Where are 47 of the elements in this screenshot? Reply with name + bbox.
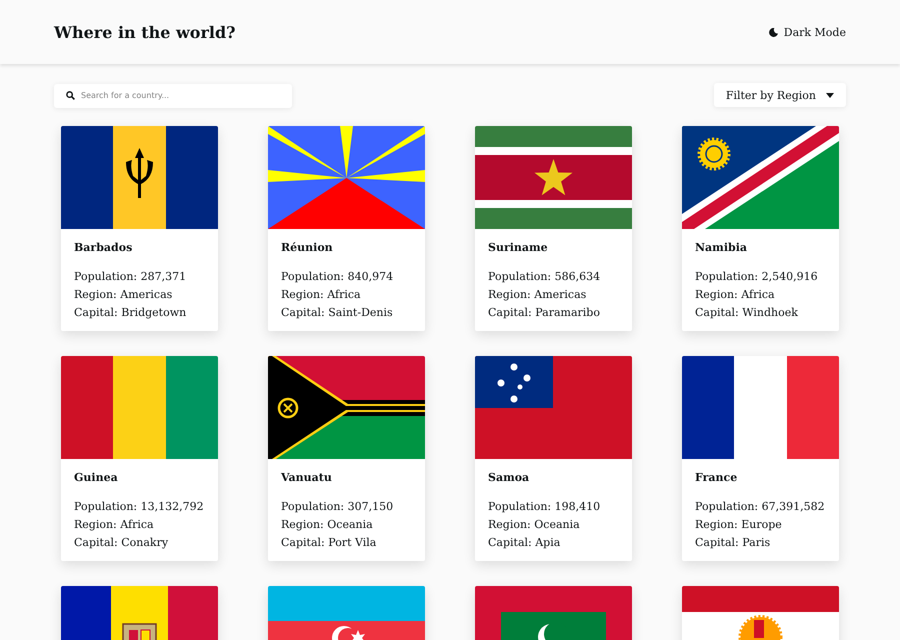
caret-icon — [826, 92, 834, 98]
country-detail: Region: Africa — [281, 287, 362, 303]
country-detail: Capital: Paris — [695, 535, 772, 551]
country-detail: Population: 2,540,916 — [695, 269, 819, 285]
country-detail: Population: 13,132,792 — [74, 499, 205, 515]
country-detail: Region: Europe — [695, 517, 783, 533]
country-name: Namibia — [695, 241, 748, 254]
country-detail: Capital: Bridgetown — [74, 305, 188, 321]
country-name: Guinea — [74, 471, 119, 484]
country-detail: Population: 586,634 — [488, 269, 602, 285]
country-detail: Capital: Paramaribo — [488, 305, 601, 321]
search-field[interactable]: Search for a country... — [54, 84, 292, 108]
country-card[interactable]: Samoa Population: 198,410 Region: Oceania Capital: Apia — [475, 356, 632, 561]
country-detail: Region: Oceania — [488, 517, 581, 533]
country-detail: Population: 287,371 — [74, 269, 188, 285]
country-name: Samoa — [488, 471, 530, 484]
country-name: Vanuatu — [281, 471, 333, 484]
country-detail: Population: 307,150 — [281, 499, 394, 515]
country-card[interactable]: Guinea Population: 13,132,792 Region: Africa Capital: Conakry — [61, 356, 218, 561]
country-detail: Region: Africa — [695, 287, 776, 303]
site-title: Where in the world? — [54, 22, 236, 42]
country-card[interactable]: Vanuatu Population: 307,150 Region: Oceania Capital: Port Vila — [268, 356, 425, 561]
country-card[interactable]: Suriname Population: 586,634 Region: Americas Capital: Paramaribo — [475, 126, 632, 331]
dark-mode-toggle[interactable]: Dark Mode — [768, 24, 846, 40]
country-name: Réunion — [281, 241, 334, 254]
country-detail: Region: Americas — [74, 287, 174, 303]
country-name: Suriname — [488, 241, 549, 254]
country-detail: Population: 67,391,582 — [695, 499, 826, 515]
country-detail: Capital: Windhoek — [695, 305, 799, 321]
country-detail: Capital: Conakry — [74, 535, 170, 551]
search-icon — [66, 91, 75, 100]
country-name: France — [695, 471, 738, 484]
country-detail: Region: Americas — [488, 287, 588, 303]
region-filter-dropdown[interactable]: Filter by Region — [714, 83, 846, 107]
country-detail: Region: Africa — [74, 517, 155, 533]
country-detail: Capital: Saint-Denis — [281, 305, 394, 321]
country-card[interactable]: Barbados Population: 287,371 Region: Americas Capital: Bridgetown — [61, 126, 218, 331]
country-detail: Capital: Apia — [488, 535, 562, 551]
country-name: Barbados — [74, 241, 134, 254]
country-detail: Population: 840,974 — [281, 269, 394, 285]
country-detail: Region: Oceania — [281, 517, 374, 533]
country-card[interactable]: Namibia Population: 2,540,916 Region: Africa Capital: Windhoek — [682, 126, 839, 331]
country-card[interactable]: Réunion Population: 840,974 Region: Africa Capital: Saint-Denis — [268, 126, 425, 331]
country-card[interactable]: France Population: 67,391,582 Region: Europe Capital: Paris — [682, 356, 839, 561]
country-detail: Capital: Port Vila — [281, 535, 378, 551]
country-detail: Population: 198,410 — [488, 499, 602, 515]
moon-icon — [768, 28, 778, 36]
